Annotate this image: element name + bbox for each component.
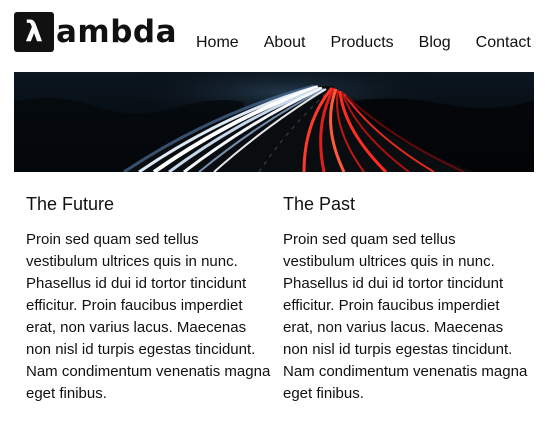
site-logo[interactable]: λ ambda [14, 12, 177, 52]
nav-link-about[interactable]: About [264, 32, 306, 54]
site-header: λ ambda Home About Products Blog Contact [14, 12, 536, 58]
column-body: Proin sed quam sed tellus vestibulum ult… [26, 231, 271, 402]
nav-link-blog[interactable]: Blog [419, 32, 451, 54]
hero-image [14, 72, 534, 172]
light-trails-image [14, 72, 534, 172]
column-body: Proin sed quam sed tellus vestibulum ult… [283, 231, 528, 402]
nav-link-contact[interactable]: Contact [476, 32, 531, 54]
column-title: The Past [283, 194, 356, 214]
column-past: The Past Proin sed quam sed tellus vesti… [283, 192, 529, 405]
column-title: The Future [26, 194, 115, 214]
nav-link-products[interactable]: Products [331, 32, 394, 54]
page: λ ambda Home About Products Blog Contact [0, 0, 550, 429]
column-future: The Future Proin sed quam sed tellus ves… [26, 192, 272, 405]
main-nav: Home About Products Blog Contact [196, 32, 531, 54]
logo-text: ambda [56, 14, 178, 50]
lambda-logo-icon: λ [14, 12, 54, 52]
nav-link-home[interactable]: Home [196, 32, 239, 54]
